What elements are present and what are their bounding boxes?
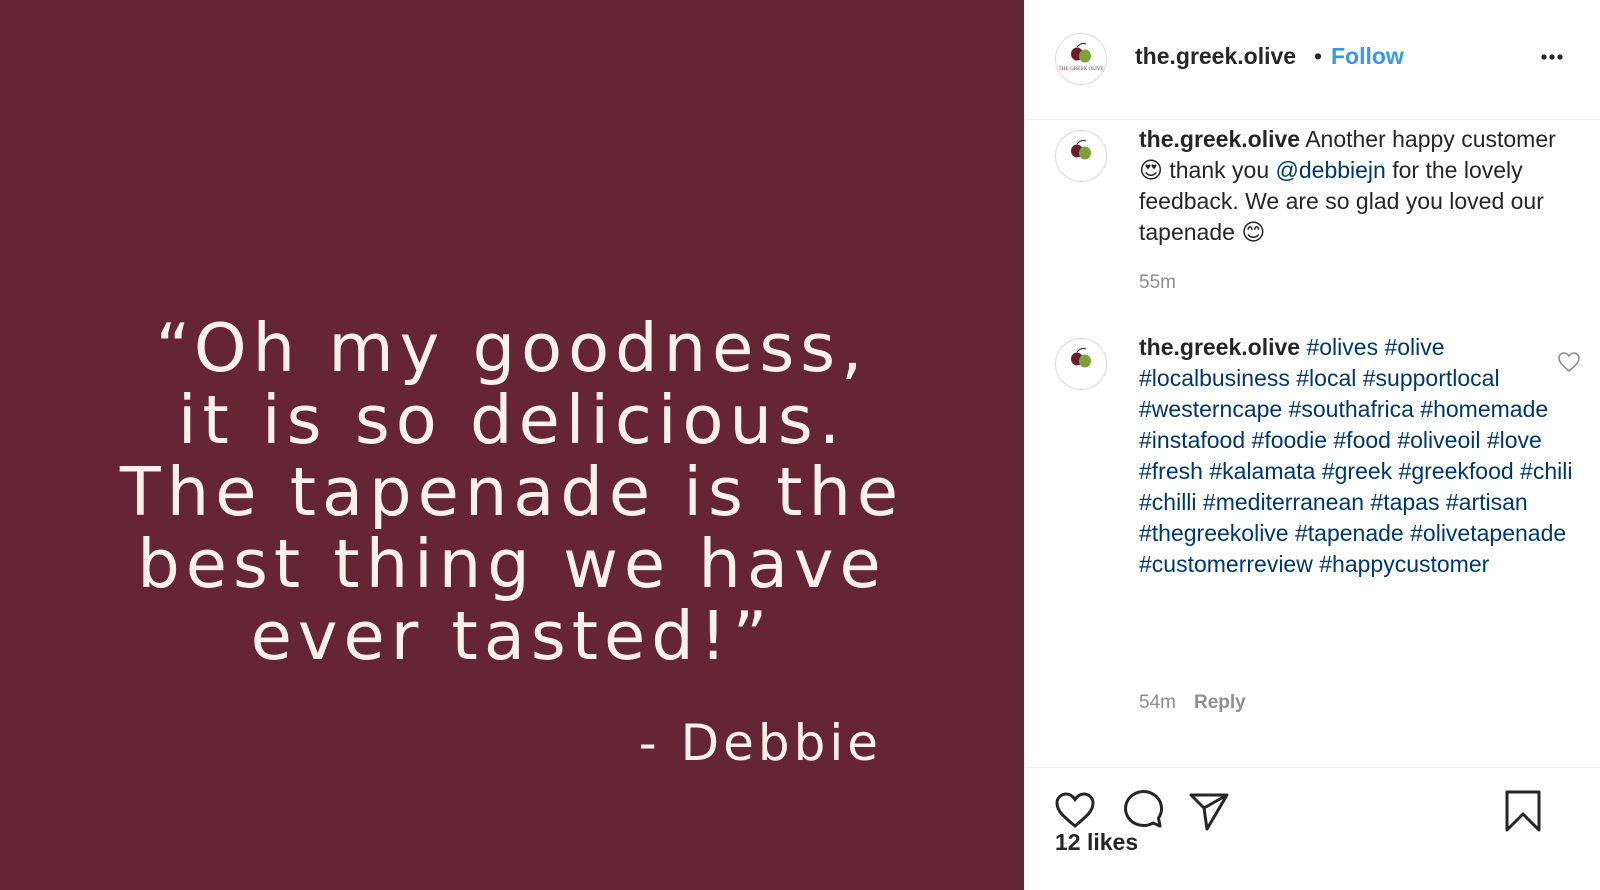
- avatar[interactable]: [1055, 130, 1107, 182]
- post-header: THE GREEK OLIVE the.greek.olive • Follow: [1025, 0, 1600, 120]
- hashtag-link[interactable]: #fresh: [1139, 458, 1203, 484]
- timestamp[interactable]: 55m: [1139, 272, 1176, 293]
- post-side-panel: THE GREEK OLIVE the.greek.olive • Follow…: [1024, 0, 1600, 890]
- hashtag-link[interactable]: #olive: [1384, 334, 1444, 360]
- caption-username[interactable]: the.greek.olive: [1139, 126, 1300, 152]
- hashtag-link[interactable]: #chili: [1520, 458, 1572, 484]
- post-image[interactable]: “Oh my goodness, it is so delicious. The…: [0, 0, 1024, 890]
- hashtag-link[interactable]: #homemade: [1420, 396, 1548, 422]
- quote-line: best thing we have: [137, 525, 887, 603]
- hashtag-link[interactable]: #instafood: [1139, 427, 1245, 453]
- caption-text: the.greek.olive Another happy customer 😍…: [1139, 124, 1579, 248]
- header-username[interactable]: the.greek.olive: [1135, 43, 1296, 70]
- hashtag-link[interactable]: #foodie: [1252, 427, 1327, 453]
- hashtag-link[interactable]: #greek: [1322, 458, 1392, 484]
- quote-text: “Oh my goodness, it is so delicious. The…: [0, 312, 1024, 672]
- olive-logo-icon: THE GREEK OLIVE: [1059, 42, 1104, 72]
- like-comment-heart-icon[interactable]: [1557, 350, 1581, 374]
- quote-line: The tapenade is the: [119, 453, 905, 531]
- separator-dot: •: [1314, 43, 1323, 69]
- avatar[interactable]: THE GREEK OLIVE: [1055, 33, 1107, 85]
- hashtag-link[interactable]: #thegreekolive: [1139, 520, 1289, 546]
- hashtag-link[interactable]: #tapenade: [1295, 520, 1404, 546]
- quote-line: it is so delicious.: [177, 381, 847, 459]
- hashtag-link[interactable]: #local: [1296, 365, 1356, 391]
- hashtag-link[interactable]: #oliveoil: [1397, 427, 1480, 453]
- quote-author: - Debbie: [638, 714, 882, 772]
- hashtag-link[interactable]: #happycustomer: [1319, 551, 1489, 577]
- quote-line: ever tasted!”: [250, 597, 774, 675]
- hashtag-link[interactable]: #chilli: [1139, 489, 1197, 515]
- mention-link[interactable]: @debbiejn: [1276, 157, 1386, 183]
- likes-count[interactable]: 12 likes: [1055, 829, 1138, 856]
- hashtag-link[interactable]: #supportlocal: [1363, 365, 1500, 391]
- hashtag-link[interactable]: #love: [1487, 427, 1542, 453]
- bookmark-icon[interactable]: [1501, 788, 1545, 832]
- post-actions: 12 likes: [1025, 767, 1600, 890]
- avatar[interactable]: [1055, 338, 1107, 390]
- hashtag-link[interactable]: #tapas: [1370, 489, 1439, 515]
- caption-text-part: Another happy customer: [1300, 126, 1556, 152]
- comment-meta: 54m Reply: [1139, 692, 1246, 714]
- quote-line: “Oh my goodness,: [155, 309, 869, 387]
- reply-button[interactable]: Reply: [1194, 692, 1246, 713]
- more-options-icon[interactable]: [1539, 42, 1569, 72]
- hashtag-link[interactable]: #greekfood: [1399, 458, 1514, 484]
- hashtag-link[interactable]: #mediterranean: [1203, 489, 1364, 515]
- hashtag-link[interactable]: #food: [1333, 427, 1391, 453]
- caption-timestamp[interactable]: 55m: [1139, 272, 1176, 294]
- heart-eyes-emoji: 😍: [1139, 157, 1163, 183]
- timestamp[interactable]: 54m: [1139, 692, 1176, 713]
- follow-button[interactable]: Follow: [1331, 43, 1404, 70]
- hashtag-link[interactable]: #olives: [1306, 334, 1378, 360]
- hashtag-link[interactable]: #westerncape: [1139, 396, 1282, 422]
- olive-logo-icon: [1071, 139, 1091, 160]
- hashtag-link[interactable]: #kalamata: [1209, 458, 1315, 484]
- hashtag-link[interactable]: #localbusiness: [1139, 365, 1290, 391]
- smile-emoji: 😊: [1241, 219, 1266, 245]
- comment-username[interactable]: the.greek.olive: [1139, 334, 1300, 360]
- caption-text-part: thank you: [1162, 157, 1276, 183]
- avatar-logo-text: THE GREEK OLIVE: [1059, 66, 1104, 72]
- hashtag-link[interactable]: #artisan: [1446, 489, 1528, 515]
- hashtag-link[interactable]: #southafrica: [1289, 396, 1414, 422]
- heart-icon[interactable]: [1053, 788, 1097, 832]
- comment-text: the.greek.olive #olives #olive #localbus…: [1139, 332, 1579, 580]
- hashtag-link[interactable]: #olivetapenade: [1410, 520, 1566, 546]
- olive-logo-icon: [1071, 347, 1091, 368]
- hashtag-link[interactable]: #customerreview: [1139, 551, 1313, 577]
- paper-plane-icon[interactable]: [1187, 788, 1231, 832]
- comment-bubble-icon[interactable]: [1120, 788, 1164, 832]
